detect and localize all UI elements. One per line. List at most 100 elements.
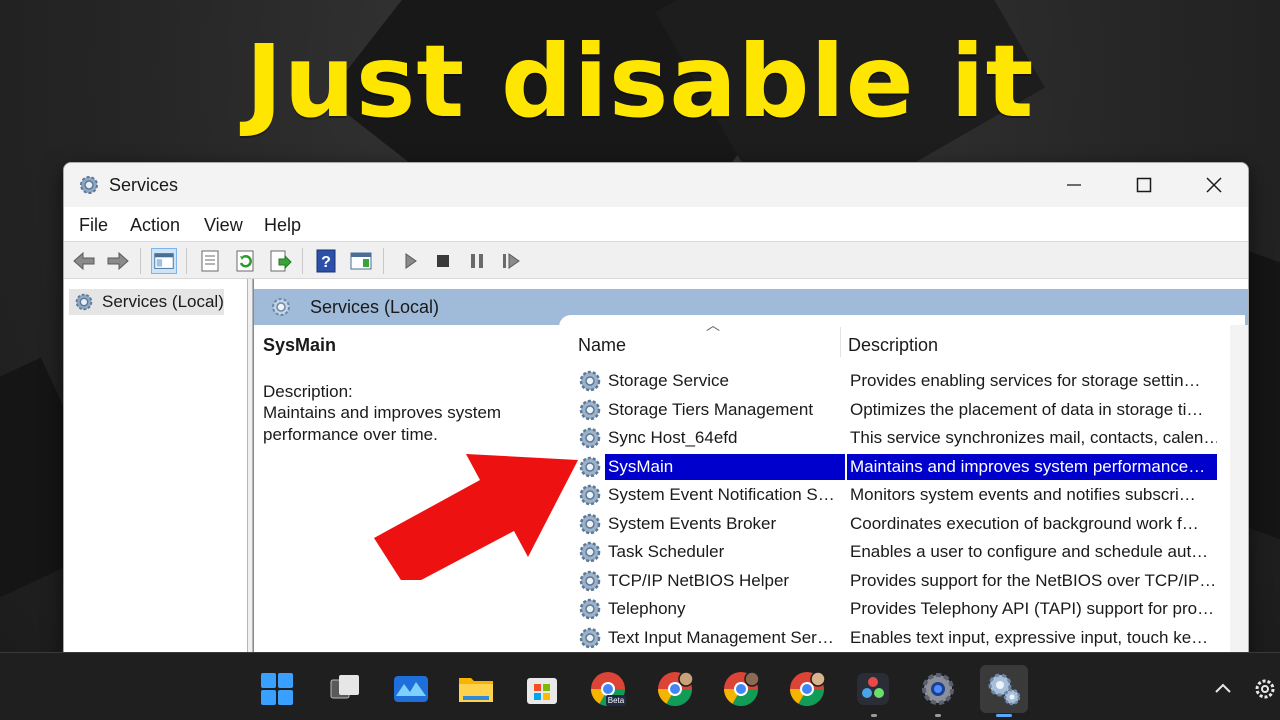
service-name: TCP/IP NetBIOS Helper [608, 570, 790, 590]
active-indicator [996, 714, 1012, 717]
file-explorer-button[interactable] [452, 665, 500, 713]
tree-item-services-local[interactable]: Services (Local) [69, 289, 224, 315]
restart-service-icon[interactable] [498, 248, 524, 274]
service-description: Coordinates execution of background work… [850, 513, 1199, 533]
svg-text:?: ? [321, 254, 331, 271]
services-icon [988, 673, 1021, 706]
service-description: Provides enabling services for storage s… [850, 371, 1201, 390]
menu-view[interactable]: View [204, 215, 243, 236]
chevron-up-icon [1215, 683, 1231, 693]
service-name: System Event Notification S… [608, 485, 835, 504]
service-name: System Events Broker [608, 513, 777, 533]
overlay-headline: Just disable it [245, 23, 1035, 140]
forward-arrow-icon[interactable] [105, 248, 131, 274]
start-service-icon[interactable] [397, 248, 423, 274]
properties-icon[interactable] [197, 248, 223, 274]
chrome-beta-button[interactable]: Beta [584, 665, 632, 713]
service-name: Storage Service [608, 371, 729, 390]
widgets-button[interactable] [387, 665, 435, 713]
service-description: Maintains and improves system performanc… [847, 453, 1217, 480]
services-window: Services File Action View Help ? Service… [63, 162, 1249, 662]
windows-start-button[interactable] [253, 665, 301, 713]
menu-help[interactable]: Help [264, 215, 301, 236]
show-hide-console-tree-icon[interactable] [151, 248, 177, 274]
service-row[interactable]: Storage Service Provides enabling servic… [577, 367, 1217, 395]
service-row[interactable]: Telephony Provides Telephony API (TAPI) … [577, 595, 1217, 623]
menu-action[interactable]: Action [130, 215, 180, 236]
service-name: Sync Host_64efd [608, 428, 738, 447]
service-description: Enables a user to configure and schedule… [850, 542, 1209, 561]
export-list-icon[interactable] [267, 248, 293, 274]
settings-icon [922, 673, 954, 705]
red-pointer-arrow-icon [374, 454, 578, 580]
service-description: Provides Telephony API (TAPI) support fo… [850, 599, 1215, 618]
service-row[interactable]: TCP/IP NetBIOS Helper Provides support f… [577, 567, 1217, 595]
chrome-beta-icon: Beta [591, 672, 626, 706]
chrome-profile-button[interactable] [783, 665, 831, 713]
microsoft-store-button[interactable] [518, 665, 566, 713]
pause-service-icon[interactable] [464, 248, 490, 274]
menu-bar: File Action View Help [64, 207, 1248, 241]
service-row[interactable]: Task Scheduler Enables a user to configu… [577, 538, 1217, 566]
back-arrow-icon[interactable] [71, 248, 97, 274]
chrome-profile-button[interactable] [651, 665, 699, 713]
minimize-button[interactable] [1039, 163, 1109, 207]
minimize-icon [1067, 184, 1081, 186]
title-bar[interactable]: Services [64, 163, 1248, 207]
close-button[interactable] [1179, 163, 1248, 207]
settings-button[interactable] [914, 665, 962, 713]
service-gear-icon [579, 399, 601, 420]
vertical-scrollbar[interactable] [1230, 325, 1248, 661]
service-description: Provides support for the NetBIOS over TC… [850, 570, 1217, 590]
toolbar: ? [64, 241, 1248, 279]
pane-header-title: Services (Local) [310, 296, 440, 317]
service-description: Monitors system events and notifies subs… [850, 485, 1196, 504]
service-row[interactable]: Storage Tiers Management Optimizes the p… [577, 396, 1217, 424]
services-gear-icon [272, 298, 290, 316]
tray-settings-button[interactable] [1252, 665, 1280, 713]
task-view-button[interactable] [321, 665, 369, 713]
service-row-selected[interactable]: SysMain Maintains and improves system pe… [577, 453, 1217, 481]
tree-item-label: Services (Local) [102, 292, 224, 311]
service-row[interactable]: System Events Broker Coordinates executi… [577, 510, 1217, 538]
menu-file[interactable]: File [79, 215, 108, 236]
console-tree-pane: Services (Local) [64, 279, 248, 661]
window-title: Services [109, 175, 179, 195]
taskbar: Beta [0, 652, 1280, 720]
task-view-icon [330, 675, 359, 699]
davinci-resolve-icon [857, 673, 889, 705]
chrome-profile-icon [724, 671, 760, 706]
description-label: Description: [263, 382, 353, 401]
service-name: Telephony [608, 599, 686, 618]
refresh-icon[interactable] [232, 248, 258, 274]
chrome-profile-button[interactable] [717, 665, 765, 713]
help-icon[interactable]: ? [313, 248, 339, 274]
file-explorer-icon [459, 678, 493, 702]
column-divider[interactable] [840, 327, 841, 357]
service-gear-icon [579, 598, 601, 620]
chrome-profile-icon [790, 671, 826, 706]
davinci-resolve-button[interactable] [849, 665, 897, 713]
toolbar-separator [140, 248, 141, 274]
services-list: ︿ Name Description Storage Service Provi… [559, 315, 1245, 661]
stop-service-icon[interactable] [430, 248, 456, 274]
sort-ascending-icon: ︿ [706, 317, 720, 333]
toolbar-separator [383, 248, 384, 274]
column-header-description[interactable]: Description [848, 335, 938, 356]
service-name: Text Input Management Ser… [608, 627, 834, 647]
service-row[interactable]: Text Input Management Ser… Enables text … [577, 624, 1217, 652]
services-taskbar-button[interactable] [980, 665, 1028, 713]
service-gear-icon [579, 370, 601, 392]
services-gear-icon [75, 293, 93, 311]
show-action-pane-icon[interactable] [348, 248, 374, 274]
column-header-name[interactable]: Name [578, 335, 626, 356]
service-gear-icon [579, 627, 601, 648]
maximize-button[interactable] [1109, 163, 1179, 207]
service-description: This service synchronizes mail, contacts… [850, 428, 1217, 447]
chrome-beta-label: Beta [608, 696, 625, 705]
service-description: Enables text input, expressive input, to… [850, 627, 1209, 647]
running-indicator [935, 714, 941, 717]
service-row[interactable]: Sync Host_64efd This service synchronize… [577, 424, 1217, 452]
service-row[interactable]: System Event Notification S… Monitors sy… [577, 481, 1217, 509]
show-hidden-icons-button[interactable] [1200, 665, 1246, 713]
